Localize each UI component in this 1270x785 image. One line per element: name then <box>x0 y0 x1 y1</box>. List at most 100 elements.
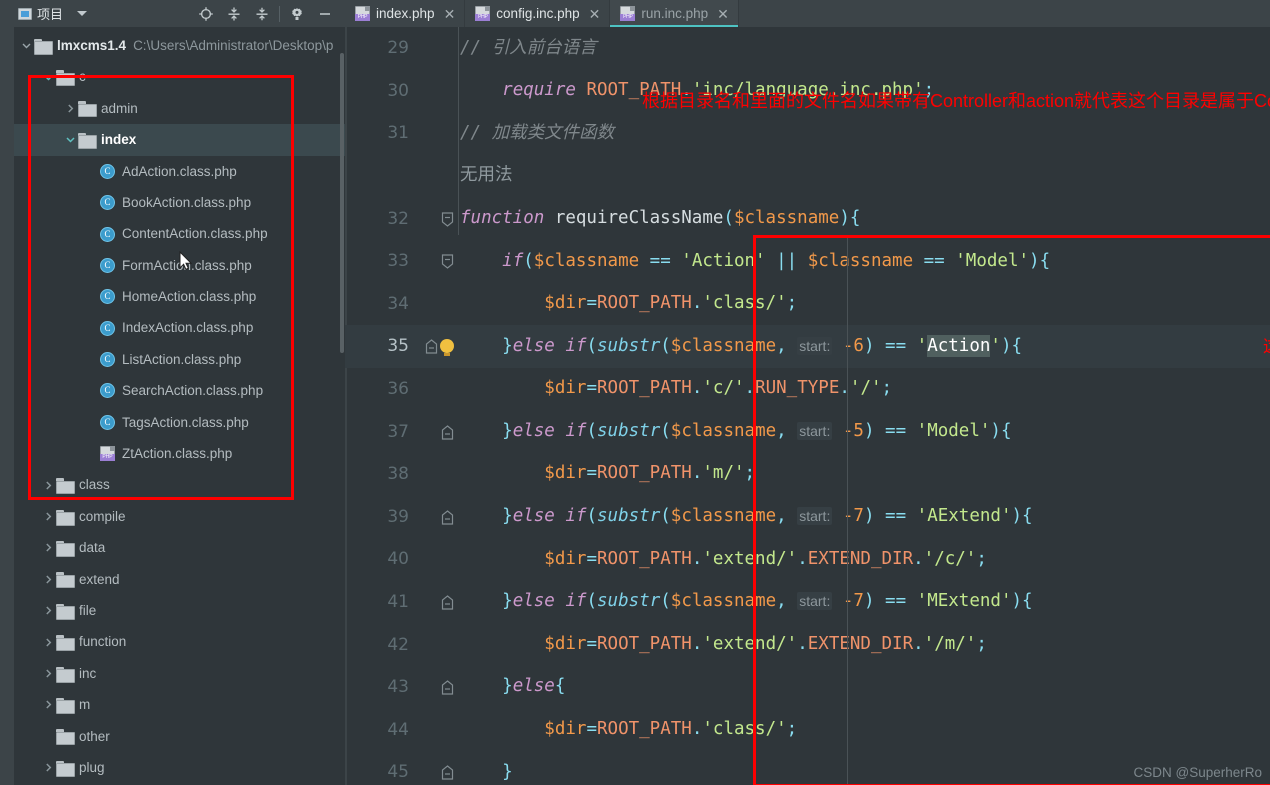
code-line-36[interactable]: 36 $dir=ROOT_PATH.'c/'.RUN_TYPE.'/'; <box>345 368 1270 411</box>
close-icon[interactable]: ✕ <box>717 7 729 21</box>
expand-all-icon[interactable] <box>220 0 248 27</box>
tree-scrollbar-thumb[interactable] <box>340 53 344 353</box>
tree-row-HomeAction-class-php[interactable]: C HomeAction.class.php <box>14 281 345 312</box>
code-line-42[interactable]: 42 $dir=ROOT_PATH.'extend/'.EXTEND_DIR.'… <box>345 623 1270 666</box>
line-text: $dir=ROOT_PATH.'extend/'.EXTEND_DIR.'/m/… <box>458 635 1270 654</box>
tree-row-other[interactable]: other <box>14 721 345 752</box>
settings-gear-icon[interactable] <box>283 0 311 27</box>
code-fold-icon[interactable] <box>441 595 454 610</box>
code-line-43[interactable]: 43 }else{ <box>345 666 1270 709</box>
close-icon[interactable]: ✕ <box>444 7 456 21</box>
code-fold-icon[interactable] <box>441 765 454 780</box>
tree-row-SearchAction-class-php[interactable]: C SearchAction.class.php <box>14 375 345 406</box>
code-fold-icon[interactable] <box>425 339 438 355</box>
tree-row-data[interactable]: data <box>14 532 345 563</box>
code-line-29[interactable]: 29 // 引入前台语言 <box>345 27 1270 70</box>
tree-row-label: index <box>101 132 137 148</box>
tree-row-index[interactable]: index <box>14 124 345 156</box>
code-line-37[interactable]: 37 }else if(substr($classname, start: -5… <box>345 410 1270 453</box>
code-token: . <box>913 548 924 569</box>
tree-row-TagsAction-class-php[interactable]: C TagsAction.class.php <box>14 407 345 438</box>
tree-row-inc[interactable]: inc <box>14 658 345 689</box>
line-number: 30 <box>387 80 409 101</box>
tree-row-FormAction-class-php[interactable]: C FormAction.class.php <box>14 250 345 281</box>
line-number: 40 <box>387 549 409 570</box>
code-line-32[interactable]: 32 function requireClassName($classname){ <box>345 197 1270 240</box>
tool-window-stripe[interactable] <box>0 0 14 27</box>
tree-row-ListAction-class-php[interactable]: C ListAction.class.php <box>14 344 345 375</box>
tree-row-compile[interactable]: compile <box>14 501 345 532</box>
code-token: ) <box>863 420 875 441</box>
code-line-33[interactable]: 33 if($classname == 'Action' || $classna… <box>345 240 1270 283</box>
code-line-hint[interactable]: 无用法 <box>345 155 1270 198</box>
chevron-right-icon[interactable] <box>40 603 56 619</box>
folder-icon <box>78 101 97 118</box>
tree-row-label: compile <box>79 508 126 524</box>
locate-icon[interactable] <box>192 0 220 27</box>
editor-scrollbar[interactable] <box>1266 27 1270 785</box>
code-line-34[interactable]: 34 $dir=ROOT_PATH.'class/'; <box>345 283 1270 326</box>
tree-row-AdAction-class-php[interactable]: C AdAction.class.php <box>14 156 345 187</box>
code-editor[interactable]: 29// 引入前台语言 30 require ROOT_PATH.'inc/lan… <box>345 27 1270 785</box>
tree-row-BookAction-class-php[interactable]: C BookAction.class.php <box>14 187 345 218</box>
minimize-icon[interactable] <box>311 0 339 27</box>
chevron-right-icon[interactable] <box>40 634 56 650</box>
code-content[interactable]: 29// 引入前台语言 30 require ROOT_PATH.'inc/lan… <box>345 27 1270 785</box>
chevron-right-icon[interactable] <box>40 760 56 776</box>
code-fold-icon[interactable] <box>441 510 454 525</box>
code-token: $classname <box>670 335 777 356</box>
editor-tab-run-inc-php[interactable]: PHP run.inc.php ✕ <box>610 0 739 27</box>
tree-row-ZtAction-class-php[interactable]: PHP ZtAction.class.php <box>14 438 345 469</box>
tree-row-ContentAction-class-php[interactable]: C ContentAction.class.php <box>14 218 345 249</box>
code-fold-icon[interactable] <box>441 424 454 440</box>
chevron-down-icon[interactable] <box>77 11 88 16</box>
chevron-right-icon[interactable] <box>62 100 78 116</box>
code-fold-icon[interactable] <box>441 680 454 695</box>
editor-tab-config-inc-php[interactable]: PHP config.inc.php ✕ <box>465 0 611 27</box>
code-line-35[interactable]: 35 }else if(substr($classname, start: -6… <box>345 325 1270 368</box>
code-fold-icon[interactable] <box>441 254 454 270</box>
chevron-right-icon[interactable] <box>40 477 56 493</box>
tree-row-function[interactable]: function <box>14 626 345 657</box>
intention-bulb-icon[interactable] <box>440 339 454 357</box>
code-line-38[interactable]: 38 $dir=ROOT_PATH.'m/'; <box>345 453 1270 496</box>
tree-row-m[interactable]: m <box>14 689 345 720</box>
line-text: $dir=ROOT_PATH.'m/'; <box>458 465 1270 483</box>
chevron-down-icon[interactable] <box>62 132 78 148</box>
tree-row-label: BookAction.class.php <box>122 194 252 210</box>
chevron-right-icon[interactable] <box>40 509 56 525</box>
line-number: 44 <box>387 719 409 740</box>
code-token: ; <box>976 548 987 569</box>
line-text: if($classname == 'Action' || $classname … <box>458 252 1270 271</box>
chevron-right-icon[interactable] <box>40 540 56 556</box>
close-icon[interactable]: ✕ <box>589 7 601 21</box>
code-line-39[interactable]: 39 }else if(substr($classname, start: -7… <box>345 496 1270 539</box>
code-line-44[interactable]: 44 $dir=ROOT_PATH.'class/'; <box>345 709 1270 752</box>
tree-row-file[interactable]: file <box>14 595 345 626</box>
collapse-all-icon[interactable] <box>248 0 276 27</box>
tree-row-class[interactable]: class <box>14 469 345 500</box>
code-line-41[interactable]: 41 }else if(substr($classname, start: -7… <box>345 581 1270 624</box>
tree-row-c[interactable]: c <box>14 61 345 92</box>
tree-row-plug[interactable]: plug <box>14 752 345 783</box>
editor-tab-index-php[interactable]: PHP index.php ✕ <box>345 0 466 27</box>
tree-row-extend[interactable]: extend <box>14 564 345 595</box>
tree-row-IndexAction-class-php[interactable]: C IndexAction.class.php <box>14 313 345 344</box>
chevron-right-icon[interactable] <box>40 666 56 682</box>
tree-row-admin[interactable]: admin <box>14 93 345 124</box>
code-line-31[interactable]: 31 // 加载类文件函数 <box>345 112 1270 155</box>
project-panel-title-group[interactable]: 项目 <box>18 4 63 23</box>
code-fold-icon[interactable] <box>441 212 454 227</box>
code-line-45[interactable]: 45 } <box>345 751 1270 785</box>
gutter-marks <box>417 595 458 610</box>
chevron-right-icon[interactable] <box>40 571 56 587</box>
tree-row-root[interactable]: lmxcms1.4 C:\Users\Administrator\Desktop… <box>14 30 345 61</box>
left-tool-stripe[interactable] <box>0 27 14 785</box>
code-line-40[interactable]: 40 $dir=ROOT_PATH.'extend/'.EXTEND_DIR.'… <box>345 538 1270 581</box>
project-tree[interactable]: lmxcms1.4 C:\Users\Administrator\Desktop… <box>14 27 345 785</box>
chevron-right-icon[interactable] <box>40 697 56 713</box>
chevron-down-icon[interactable] <box>18 38 34 54</box>
chevron-down-icon[interactable] <box>40 69 56 85</box>
tree-row-label: inc <box>79 665 97 681</box>
code-token: ) <box>839 207 850 228</box>
